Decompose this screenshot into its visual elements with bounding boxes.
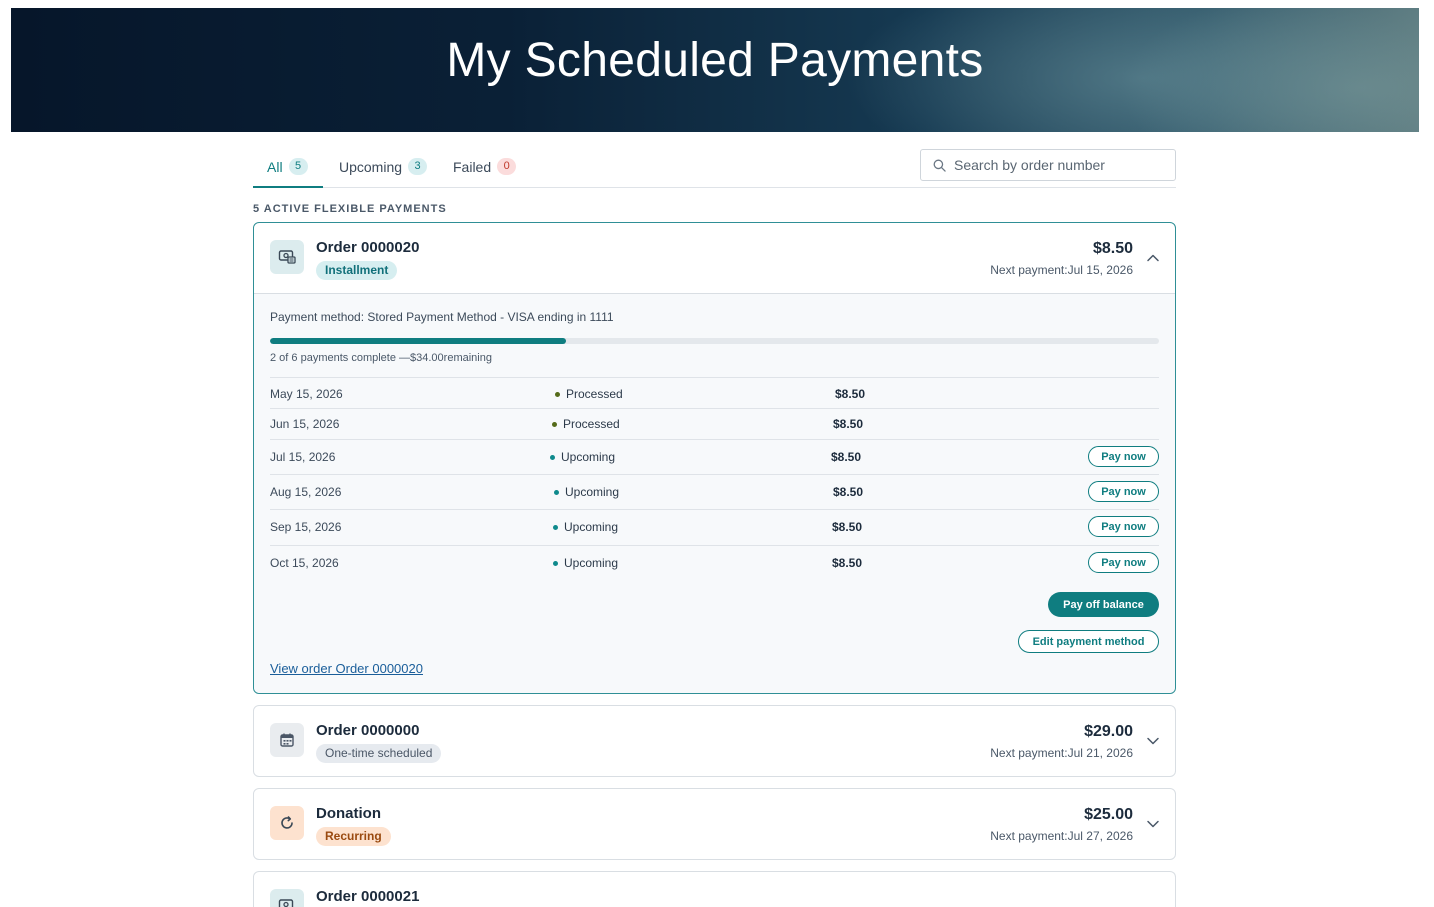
payment-amount: $29.00 bbox=[1084, 723, 1133, 740]
schedule-date: May 15, 2026 bbox=[270, 387, 343, 401]
payment-schedule: May 15, 2026 Processed $8.50 Jun 15, 202… bbox=[270, 377, 1159, 580]
upcoming-dot-icon bbox=[550, 454, 555, 460]
schedule-status-label: Upcoming bbox=[564, 556, 619, 570]
pay-off-balance-button[interactable]: Pay off balance bbox=[1048, 592, 1159, 617]
upcoming-dot-icon bbox=[553, 560, 558, 566]
page-header-banner: My Scheduled Payments bbox=[11, 8, 1419, 132]
payment-amount: $8.50 bbox=[1092, 240, 1133, 257]
progress-summary: 2 of 6 payments complete —$34.00remainin… bbox=[270, 352, 492, 364]
payment-card-header[interactable]: Order 0000000 One-time scheduled $29.00 … bbox=[254, 706, 1175, 776]
installment-badge: Installment bbox=[316, 261, 398, 280]
payment-card[interactable]: Donation Recurring $25.00 Next payment:J… bbox=[253, 788, 1176, 860]
tab-failed[interactable]: Failed 0 bbox=[453, 158, 517, 175]
schedule-row: Aug 15, 2026 Upcoming $8.50 Pay now bbox=[270, 474, 1159, 509]
schedule-row: Jul 15, 2026 Upcoming $8.50 Pay now bbox=[270, 439, 1159, 474]
tab-all-label: All bbox=[267, 158, 283, 175]
schedule-row: Sep 15, 2026 Upcoming $8.50 Pay now bbox=[270, 509, 1159, 545]
schedule-amount: $8.50 bbox=[832, 556, 863, 570]
order-title: Order 0000000 bbox=[316, 722, 420, 739]
search-icon bbox=[933, 159, 946, 172]
tab-upcoming[interactable]: Upcoming 3 bbox=[339, 158, 428, 175]
pay-now-button[interactable]: Pay now bbox=[1088, 552, 1159, 573]
chevron-up-icon[interactable] bbox=[1146, 251, 1160, 265]
view-order-link[interactable]: View order Order 0000020 bbox=[270, 661, 423, 676]
section-label: 5 ACTIVE FLEXIBLE PAYMENTS bbox=[253, 203, 447, 215]
refresh-icon bbox=[270, 806, 304, 840]
schedule-status-label: Upcoming bbox=[564, 520, 619, 534]
schedule-date: Aug 15, 2026 bbox=[270, 485, 342, 499]
upcoming-dot-icon bbox=[554, 489, 559, 495]
payment-card[interactable]: Order 0000021 bbox=[253, 871, 1176, 907]
schedule-status: Processed bbox=[552, 417, 620, 431]
chevron-down-icon[interactable] bbox=[1146, 734, 1160, 748]
payment-card-header[interactable]: Order 0000021 bbox=[254, 872, 1175, 907]
order-title: Donation bbox=[316, 805, 381, 822]
money-card-icon bbox=[270, 240, 304, 274]
tab-upcoming-count: 3 bbox=[408, 158, 428, 175]
schedule-status: Upcoming bbox=[553, 556, 618, 570]
schedule-status: Processed bbox=[555, 387, 623, 401]
schedule-amount: $8.50 bbox=[835, 387, 866, 401]
schedule-status: Upcoming bbox=[554, 485, 619, 499]
tab-failed-label: Failed bbox=[453, 158, 492, 175]
schedule-date: Jul 15, 2026 bbox=[270, 450, 336, 464]
page-title: My Scheduled Payments bbox=[446, 33, 984, 87]
schedule-status-label: Processed bbox=[566, 387, 623, 401]
next-payment-date: Next payment:Jul 21, 2026 bbox=[990, 746, 1133, 760]
processed-dot-icon bbox=[555, 391, 560, 397]
tab-all[interactable]: All 5 bbox=[267, 158, 308, 175]
money-card-icon bbox=[270, 889, 304, 907]
schedule-amount: $8.50 bbox=[833, 485, 864, 499]
schedule-date: Oct 15, 2026 bbox=[270, 556, 339, 570]
schedule-row: Oct 15, 2026 Upcoming $8.50 Pay now bbox=[270, 545, 1159, 580]
recurring-badge: Recurring bbox=[316, 827, 391, 846]
chevron-down-icon[interactable] bbox=[1146, 817, 1160, 831]
payment-progress-fill bbox=[270, 338, 567, 344]
tab-failed-count: 0 bbox=[497, 158, 517, 175]
schedule-row: May 15, 2026 Processed $8.50 bbox=[270, 377, 1159, 408]
processed-dot-icon bbox=[552, 421, 557, 427]
schedule-status: Upcoming bbox=[553, 520, 618, 534]
payment-method-text: Payment method: Stored Payment Method - … bbox=[270, 310, 614, 324]
next-payment-date: Next payment:Jul 15, 2026 bbox=[990, 263, 1133, 277]
payment-card-details: Payment method: Stored Payment Method - … bbox=[254, 293, 1175, 693]
payment-card[interactable]: Order 0000000 One-time scheduled $29.00 … bbox=[253, 705, 1176, 777]
pay-now-button[interactable]: Pay now bbox=[1088, 446, 1159, 467]
schedule-status-label: Upcoming bbox=[565, 485, 620, 499]
order-title: Order 0000021 bbox=[316, 888, 420, 905]
schedule-date: Sep 15, 2026 bbox=[270, 520, 342, 534]
edit-payment-method-button[interactable]: Edit payment method bbox=[1018, 630, 1159, 653]
schedule-amount: $8.50 bbox=[833, 417, 864, 431]
schedule-date: Jun 15, 2026 bbox=[270, 417, 340, 431]
pay-now-button[interactable]: Pay now bbox=[1088, 516, 1159, 537]
schedule-amount: $8.50 bbox=[832, 520, 863, 534]
schedule-status: Upcoming bbox=[550, 450, 615, 464]
one-time-badge: One-time scheduled bbox=[316, 744, 442, 763]
payment-card-header[interactable]: Order 0000020 Installment $8.50 Next pay… bbox=[254, 223, 1175, 293]
payment-card: Order 0000020 Installment $8.50 Next pay… bbox=[253, 222, 1176, 694]
payment-card-header[interactable]: Donation Recurring $25.00 Next payment:J… bbox=[254, 789, 1175, 859]
main-content: All 5 Upcoming 3 Failed 0 5 ACTIVE FLEXI… bbox=[253, 140, 1176, 907]
search-input[interactable] bbox=[954, 157, 1164, 173]
order-title: Order 0000020 bbox=[316, 239, 420, 256]
tab-upcoming-label: Upcoming bbox=[339, 158, 403, 175]
upcoming-dot-icon bbox=[553, 524, 558, 530]
filter-tabs: All 5 Upcoming 3 Failed 0 bbox=[253, 140, 1176, 188]
active-tab-indicator bbox=[253, 186, 323, 188]
tab-all-count: 5 bbox=[288, 158, 308, 175]
payment-amount: $25.00 bbox=[1084, 806, 1133, 823]
schedule-status-label: Processed bbox=[563, 417, 620, 431]
pay-now-button[interactable]: Pay now bbox=[1088, 481, 1159, 502]
search-box[interactable] bbox=[920, 149, 1176, 181]
schedule-row: Jun 15, 2026 Processed $8.50 bbox=[270, 408, 1159, 439]
payment-progress-bar bbox=[270, 338, 1159, 344]
schedule-status-label: Upcoming bbox=[561, 450, 616, 464]
next-payment-date: Next payment:Jul 27, 2026 bbox=[990, 829, 1133, 843]
calendar-icon bbox=[270, 723, 304, 757]
schedule-amount: $8.50 bbox=[831, 450, 862, 464]
